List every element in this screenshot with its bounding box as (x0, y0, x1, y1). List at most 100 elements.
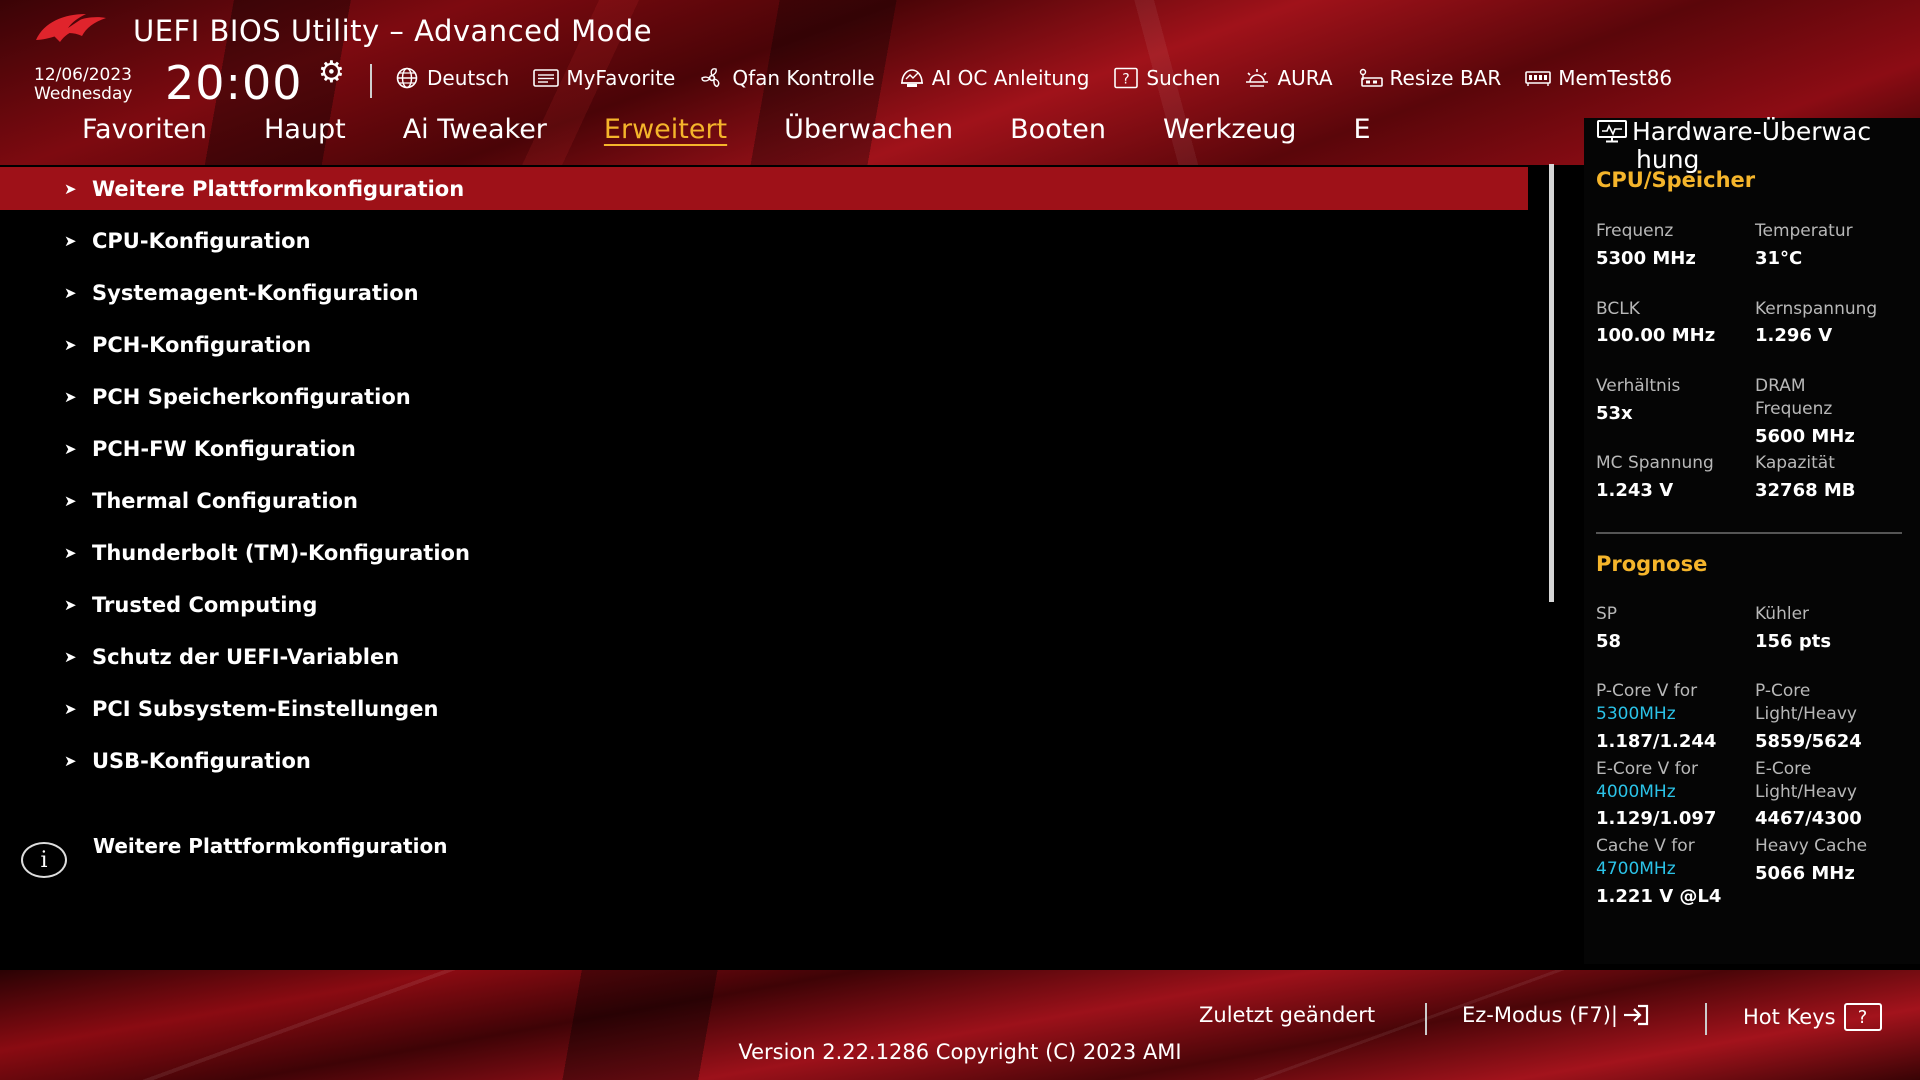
submenu-arrow-icon: ➤ (64, 491, 77, 510)
weekday-text: Wednesday (34, 84, 133, 104)
last-changed-button[interactable]: Zuletzt geändert (1199, 1003, 1375, 1027)
aura-icon (1242, 66, 1272, 90)
menu-scrollbar[interactable] (1549, 164, 1554, 602)
cache-voltage-value: 1.221 V @L4 (1596, 886, 1722, 907)
menu-item-cpu-konfiguration[interactable]: ➤ CPU-Konfiguration (0, 219, 1528, 262)
hardware-monitor-title: Hardware-Überwac hung (1596, 118, 1916, 174)
clock-settings-gear-icon[interactable]: ⚙ (318, 58, 352, 88)
toolbar-ai-oc-label: AI OC Anleitung (931, 66, 1090, 90)
frequency-value: 5300 MHz (1596, 248, 1696, 269)
tab-haupt[interactable]: Haupt (264, 114, 346, 154)
ratio-value: 53x (1596, 403, 1633, 424)
tab-werkzeug[interactable]: Werkzeug (1163, 114, 1297, 154)
toolbar-aura-button[interactable]: AURA (1242, 66, 1333, 90)
bclk-value: 100.00 MHz (1596, 325, 1716, 346)
info-description: Weitere Plattformkonfiguration (93, 834, 448, 858)
menu-item-label: Schutz der UEFI-Variablen (92, 644, 400, 669)
menu-item-weitere-plattformkonfiguration[interactable]: ➤ Weitere Plattformkonfiguration (0, 167, 1528, 210)
cooler-value: 156 pts (1755, 631, 1832, 652)
menu-item-usb-konfiguration[interactable]: ➤ USB-Konfiguration (0, 739, 1528, 782)
toolbar-language-button[interactable]: Deutsch (392, 66, 509, 90)
toolbar-aura-label: AURA (1277, 66, 1333, 90)
toolbar-memtest-label: MemTest86 (1558, 66, 1673, 90)
menu-item-trusted-computing[interactable]: ➤ Trusted Computing (0, 583, 1528, 626)
menu-item-label: CPU-Konfiguration (92, 228, 311, 253)
sp-label: SP (1596, 604, 1618, 624)
menu-item-label: PCI Subsystem-Einstellungen (92, 696, 439, 721)
toolbar-myfavorite-button[interactable]: MyFavorite (531, 66, 675, 90)
submenu-arrow-icon: ➤ (64, 179, 77, 198)
hot-keys-label: Hot Keys (1743, 1005, 1836, 1029)
menu-item-pch-fw-konfiguration[interactable]: ➤ PCH-FW Konfiguration (0, 427, 1528, 470)
resize-bar-icon (1355, 66, 1385, 90)
pcore-lh-value: 5859/5624 (1755, 731, 1862, 752)
toolbar-qfan-label: Qfan Kontrolle (732, 66, 875, 90)
pcore-lh-label-line2: Light/Heavy (1755, 704, 1857, 724)
clock-display: 20:00 (165, 56, 303, 110)
pcore-voltage-label: P-Core V for (1596, 681, 1698, 701)
toolbar-qfan-button[interactable]: Qfan Kontrolle (697, 66, 875, 90)
toolbar-resize-bar-button[interactable]: Resize BAR (1355, 66, 1502, 90)
ez-mode-button[interactable]: Ez-Modus (F7)| (1462, 1003, 1650, 1027)
menu-item-systemagent-konfiguration[interactable]: ➤ Systemagent-Konfiguration (0, 271, 1528, 314)
bclk-label: BCLK (1596, 299, 1640, 319)
hot-keys-button[interactable]: Hot Keys ? (1743, 1003, 1882, 1031)
core-voltage-label: Kernspannung (1755, 299, 1878, 319)
tab-exit[interactable]: E (1353, 114, 1370, 154)
tab-booten[interactable]: Booten (1010, 114, 1106, 154)
temperature-value: 31°C (1755, 248, 1803, 269)
toolbar-resize-bar-label: Resize BAR (1389, 66, 1502, 90)
svg-text:?: ? (1123, 72, 1130, 88)
submenu-arrow-icon: ➤ (64, 231, 77, 250)
ecore-lh-label-line1: E-Core (1755, 759, 1812, 779)
menu-item-thunderbolt-konfiguration[interactable]: ➤ Thunderbolt (TM)-Konfiguration (0, 531, 1528, 574)
exit-arrow-icon (1624, 1004, 1649, 1026)
submenu-arrow-icon: ➤ (64, 543, 77, 562)
dram-label-line2: Frequenz (1755, 399, 1833, 419)
heavy-cache-value: 5066 MHz (1755, 863, 1855, 884)
submenu-arrow-icon: ➤ (64, 751, 77, 770)
ratio-label: Verhältnis (1596, 376, 1681, 396)
menu-item-label: Trusted Computing (92, 592, 318, 617)
cooler-label: Kühler (1755, 604, 1810, 624)
submenu-arrow-icon: ➤ (64, 387, 77, 406)
heavy-cache-label: Heavy Cache (1755, 836, 1868, 856)
menu-item-label: Thunderbolt (TM)-Konfiguration (92, 540, 470, 565)
menu-item-thermal-configuration[interactable]: ➤ Thermal Configuration (0, 479, 1528, 522)
toolbar-search-button[interactable]: ? Suchen (1111, 66, 1220, 90)
temperature-label: Temperatur (1755, 221, 1853, 241)
submenu-arrow-icon: ➤ (64, 283, 77, 302)
tab-ueberwachen[interactable]: Überwachen (784, 114, 953, 154)
info-icon: i (21, 842, 67, 878)
globe-icon (392, 66, 422, 90)
toolbar-search-label: Suchen (1146, 66, 1221, 90)
menu-item-schutz-uefi-variablen[interactable]: ➤ Schutz der UEFI-Variablen (0, 635, 1528, 678)
toolbar-ai-oc-button[interactable]: AI OC Anleitung (897, 66, 1090, 90)
date-text: 12/06/2023 (34, 65, 132, 85)
tab-erweitert[interactable]: Erweitert (604, 114, 727, 154)
pcore-voltage-value: 1.187/1.244 (1596, 731, 1717, 752)
menu-item-pch-speicherkonfiguration[interactable]: ➤ PCH Speicherkonfiguration (0, 375, 1528, 418)
main-tabs: Favoriten Haupt Ai Tweaker Erweitert Übe… (82, 114, 1428, 154)
submenu-arrow-icon: ➤ (64, 335, 77, 354)
last-changed-label: Zuletzt geändert (1199, 1003, 1376, 1027)
ecore-lh-label-line2: Light/Heavy (1755, 782, 1857, 802)
sp-value: 58 (1596, 631, 1622, 652)
capacity-value: 32768 MB (1755, 480, 1856, 501)
tab-ai-tweaker[interactable]: Ai Tweaker (403, 114, 547, 154)
menu-item-pci-subsystem-einstellungen[interactable]: ➤ PCI Subsystem-Einstellungen (0, 687, 1528, 730)
menu-item-pch-konfiguration[interactable]: ➤ PCH-Konfiguration (0, 323, 1528, 366)
toolbar-memtest-button[interactable]: MemTest86 (1523, 66, 1672, 90)
advanced-menu-list: ➤ Weitere Plattformkonfiguration ➤ CPU-K… (0, 167, 1528, 791)
tab-favoriten[interactable]: Favoriten (82, 114, 207, 154)
frequency-label: Frequenz (1596, 221, 1674, 241)
hardware-monitor-panel: Hardware-Überwac hung CPU/Speicher Frequ… (1584, 118, 1920, 964)
header-divider (370, 64, 372, 98)
prognosis-section-title: Prognose (1596, 552, 1708, 576)
favorite-list-icon (531, 66, 561, 90)
help-icon: ? (1843, 1003, 1882, 1031)
hardware-monitor-divider (1596, 532, 1902, 534)
dram-label-line1: DRAM (1755, 376, 1806, 396)
date-display: 12/06/2023 Wednesday (34, 66, 132, 104)
menu-item-label: PCH-FW Konfiguration (92, 436, 356, 461)
